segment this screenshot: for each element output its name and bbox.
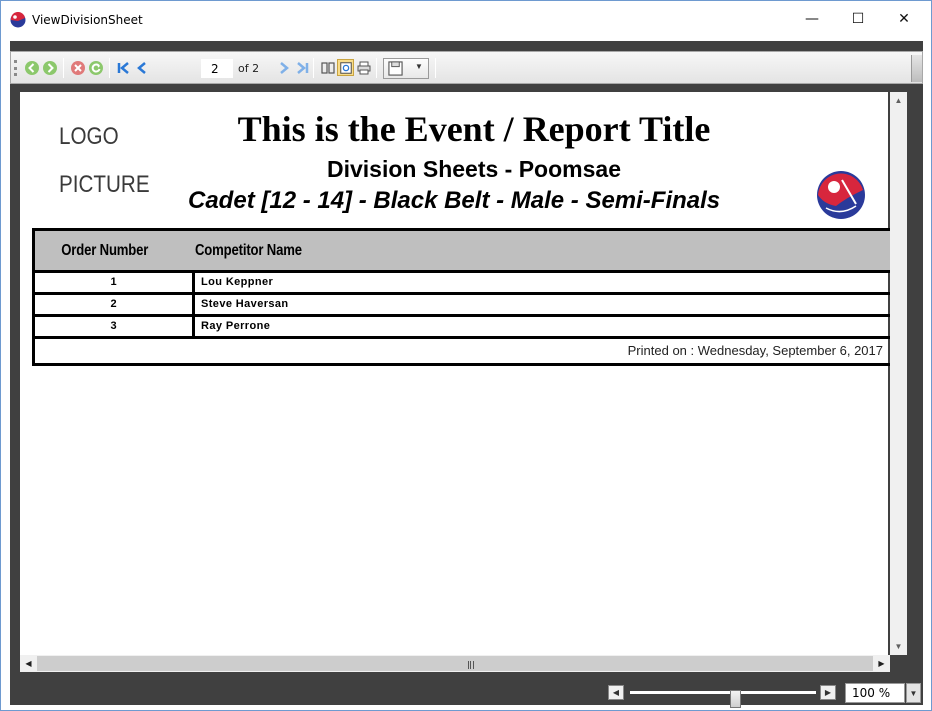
table-row: 3 Ray Perrone bbox=[35, 317, 891, 339]
report-viewer: 2 of 2 ▼ LOGO PICTURE This is the Event … bbox=[10, 41, 923, 708]
toolbar-separator bbox=[313, 58, 314, 78]
toolbar-separator bbox=[109, 58, 110, 78]
back-icon[interactable] bbox=[23, 59, 40, 76]
forward-icon[interactable] bbox=[41, 59, 58, 76]
horizontal-scrollbar[interactable]: ◀ ▶ bbox=[20, 655, 890, 672]
close-button[interactable]: ✕ bbox=[881, 1, 927, 37]
refresh-icon[interactable] bbox=[87, 59, 104, 76]
zoom-level-field[interactable]: 100 % bbox=[845, 683, 905, 703]
save-icon bbox=[388, 61, 403, 76]
order-cell: 3 bbox=[35, 317, 195, 336]
order-cell: 2 bbox=[35, 295, 195, 314]
scroll-down-icon[interactable]: ▼ bbox=[890, 638, 907, 655]
toolbar-separator bbox=[435, 58, 436, 78]
page-number-input[interactable]: 2 bbox=[201, 59, 233, 78]
competitor-cell: Lou Keppner bbox=[201, 276, 274, 288]
scroll-right-icon[interactable]: ▶ bbox=[873, 655, 890, 672]
report-page: LOGO PICTURE This is the Event / Report … bbox=[20, 92, 894, 655]
window-title: ViewDivisionSheet bbox=[32, 13, 143, 27]
report-subtitle: Division Sheets - Poomsae bbox=[327, 156, 621, 182]
maximize-button[interactable]: ☐ bbox=[835, 1, 881, 37]
first-page-icon[interactable] bbox=[115, 59, 132, 76]
chevron-down-icon[interactable]: ▼ bbox=[906, 683, 921, 703]
page-setup-icon[interactable] bbox=[319, 59, 336, 76]
toolbar-separator bbox=[376, 58, 377, 78]
scroll-left-icon[interactable]: ◀ bbox=[20, 655, 37, 672]
print-layout-icon[interactable] bbox=[337, 59, 354, 76]
title-bar[interactable]: ViewDivisionSheet — ☐ ✕ bbox=[1, 1, 931, 41]
print-icon[interactable] bbox=[355, 59, 372, 76]
zoom-thumb[interactable] bbox=[730, 690, 741, 708]
zoom-in-icon[interactable]: ▶ bbox=[820, 685, 836, 700]
zoom-track[interactable] bbox=[630, 690, 816, 708]
toolbar-overflow-button[interactable] bbox=[911, 55, 922, 82]
column-header-name: Competitor Name bbox=[195, 241, 302, 259]
competitor-cell: Ray Perrone bbox=[201, 320, 271, 332]
competitor-cell: Steve Haversan bbox=[201, 298, 289, 310]
next-page-icon[interactable] bbox=[275, 59, 292, 76]
zoom-out-icon[interactable]: ◀ bbox=[608, 685, 624, 700]
printed-date: Printed on : Wednesday, September 6, 201… bbox=[627, 343, 883, 358]
minimize-button[interactable]: — bbox=[789, 1, 835, 37]
page-count-label: of 2 bbox=[238, 62, 260, 75]
table-row: 1 Lou Keppner bbox=[35, 273, 891, 295]
column-header-order: Order Number bbox=[61, 241, 149, 259]
app-logo-icon bbox=[10, 12, 26, 28]
report-title: This is the Event / Report Title bbox=[237, 109, 711, 149]
order-cell: 1 bbox=[35, 273, 195, 292]
scroll-grip-icon bbox=[468, 661, 474, 669]
chevron-down-icon: ▼ bbox=[415, 62, 423, 71]
horizontal-scroll-thumb[interactable] bbox=[37, 656, 873, 671]
toolbar-grip-icon[interactable] bbox=[14, 60, 17, 76]
export-dropdown[interactable]: ▼ bbox=[383, 58, 429, 79]
scroll-up-icon[interactable]: ▲ bbox=[890, 92, 907, 109]
last-page-icon[interactable] bbox=[293, 59, 310, 76]
app-window: ViewDivisionSheet — ☐ ✕ 2 of 2 ▼ LOGO PI… bbox=[0, 0, 932, 711]
toolbar-separator bbox=[63, 58, 64, 78]
division-title: Cadet [12 - 14] - Black Belt - Male - Se… bbox=[188, 187, 721, 214]
viewer-toolbar: 2 of 2 ▼ bbox=[10, 51, 923, 84]
previous-page-icon[interactable] bbox=[133, 59, 150, 76]
table-row: 2 Steve Haversan bbox=[35, 295, 891, 317]
poomsae-logo-icon bbox=[817, 171, 865, 219]
stop-icon[interactable] bbox=[69, 59, 86, 76]
vertical-scrollbar[interactable]: ▲ ▼ bbox=[890, 92, 907, 655]
division-table: Order Number Competitor Name 1 Lou Keppn… bbox=[32, 228, 894, 366]
table-header: Order Number Competitor Name bbox=[35, 231, 891, 273]
